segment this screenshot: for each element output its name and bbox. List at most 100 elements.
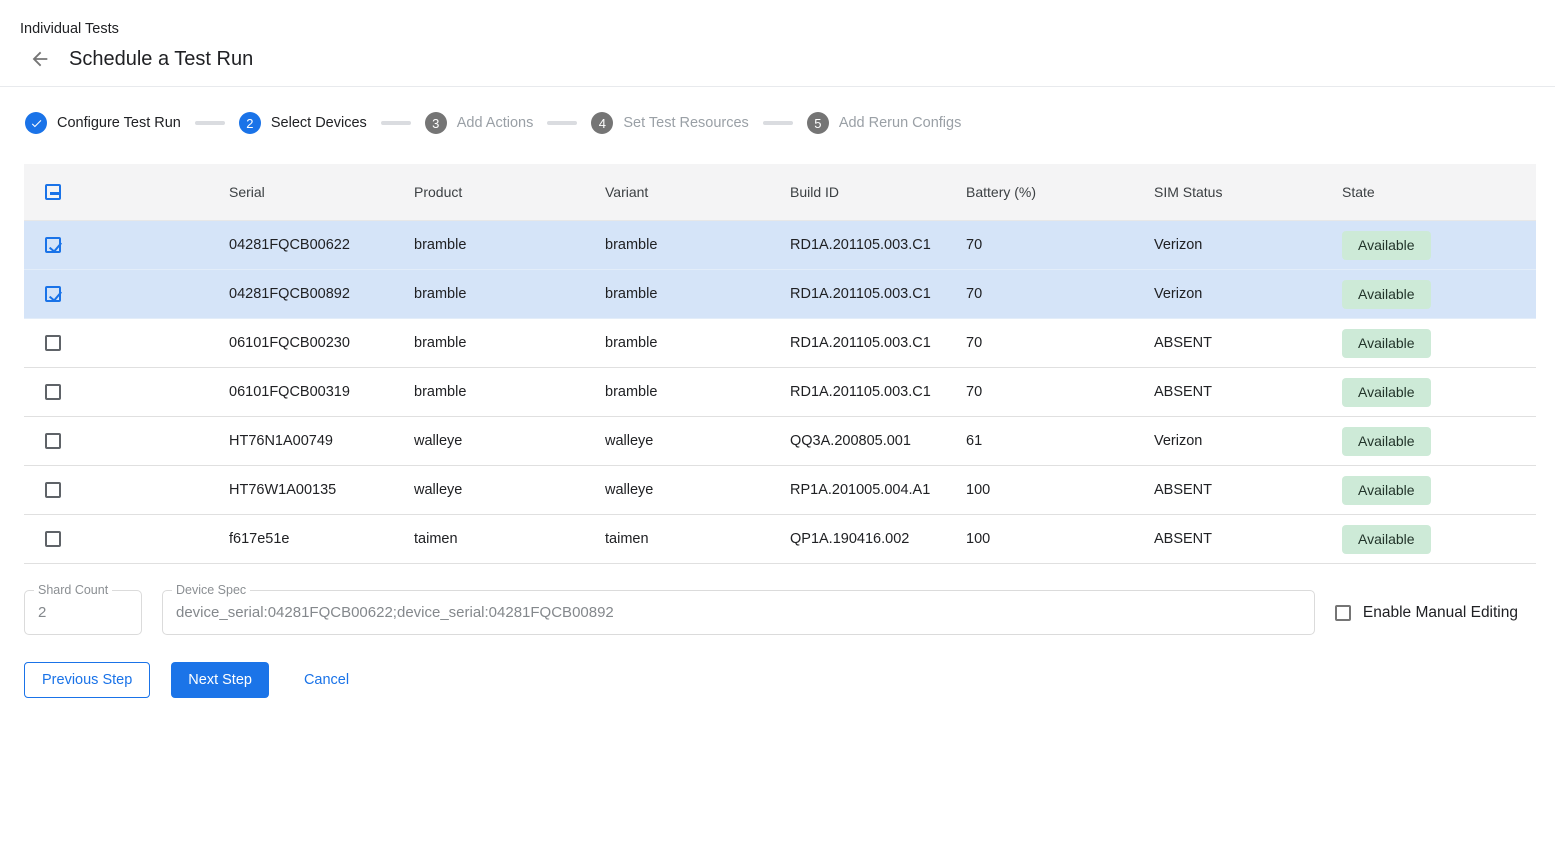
row-checkbox[interactable] [45,335,61,351]
cell-product: bramble [414,237,605,253]
column-header-state: State [1342,184,1536,200]
state-badge: Available [1342,476,1431,505]
stepper-connector [547,121,577,125]
cell-serial: 06101FQCB00319 [229,384,414,400]
table-row[interactable]: 06101FQCB00230 bramble bramble RD1A.2011… [24,319,1536,368]
cell-variant: bramble [605,384,790,400]
column-header-build-id: Build ID [790,184,966,200]
cell-build-id: RP1A.201005.004.A1 [790,482,966,498]
cell-serial: 06101FQCB00230 [229,335,414,351]
page-title: Schedule a Test Run [69,48,253,71]
cell-battery: 70 [966,237,1154,253]
cell-battery: 70 [966,335,1154,351]
back-button[interactable] [28,47,52,71]
column-header-battery: Battery (%) [966,184,1154,200]
cell-variant: bramble [605,286,790,302]
device-spec-field[interactable]: Device Spec device_serial:04281FQCB00622… [162,590,1315,635]
table-row[interactable]: 04281FQCB00892 bramble bramble RD1A.2011… [24,270,1536,319]
enable-manual-editing-label: Enable Manual Editing [1363,604,1518,622]
table-row[interactable]: 06101FQCB00319 bramble bramble RD1A.2011… [24,368,1536,417]
shard-count-field[interactable]: Shard Count 2 [24,590,142,635]
step-4-circle: 4 [591,112,613,134]
cell-battery: 70 [966,384,1154,400]
page-header: Individual Tests Schedule a Test Run [0,0,1555,71]
row-checkbox[interactable] [45,531,61,547]
step-add-rerun-configs[interactable]: 5 Add Rerun Configs [807,112,962,134]
cell-sim-status: Verizon [1154,237,1342,253]
device-spec-form: Shard Count 2 Device Spec device_serial:… [24,590,1518,635]
cell-serial: 04281FQCB00892 [229,286,414,302]
cell-serial: f617e51e [229,531,414,547]
cell-build-id: RD1A.201105.003.C1 [790,384,966,400]
next-step-button[interactable]: Next Step [171,662,269,698]
shard-count-label: Shard Count [34,583,112,597]
step-label: Add Rerun Configs [839,115,962,131]
step-select-devices[interactable]: 2 Select Devices [239,112,367,134]
cell-sim-status: ABSENT [1154,482,1342,498]
step-label: Select Devices [271,115,367,131]
row-checkbox[interactable] [45,384,61,400]
step-add-actions[interactable]: 3 Add Actions [425,112,534,134]
cell-product: bramble [414,335,605,351]
cell-product: walleye [414,482,605,498]
cell-sim-status: ABSENT [1154,531,1342,547]
cell-sim-status: Verizon [1154,433,1342,449]
breadcrumb[interactable]: Individual Tests [20,21,1555,38]
cell-sim-status: ABSENT [1154,384,1342,400]
select-all-checkbox[interactable] [45,184,61,200]
row-checkbox[interactable] [45,286,61,302]
cell-serial: HT76N1A00749 [229,433,414,449]
step-label: Configure Test Run [57,115,181,131]
cell-product: taimen [414,531,605,547]
state-badge: Available [1342,427,1431,456]
enable-manual-editing-toggle[interactable]: Enable Manual Editing [1335,604,1518,622]
cell-battery: 100 [966,531,1154,547]
step-set-test-resources[interactable]: 4 Set Test Resources [591,112,748,134]
cell-serial: 04281FQCB00622 [229,237,414,253]
step-1-circle [25,112,47,134]
device-spec-label: Device Spec [172,583,250,597]
cell-battery: 61 [966,433,1154,449]
stepper-connector [763,121,793,125]
stepper-connector [381,121,411,125]
enable-manual-editing-checkbox[interactable] [1335,605,1351,621]
stepper-connector [195,121,225,125]
cell-build-id: RD1A.201105.003.C1 [790,335,966,351]
cancel-button[interactable]: Cancel [288,662,365,698]
row-checkbox[interactable] [45,237,61,253]
table-row[interactable]: HT76N1A00749 walleye walleye QQ3A.200805… [24,417,1536,466]
row-checkbox[interactable] [45,482,61,498]
device-spec-value: device_serial:04281FQCB00622;device_seri… [176,604,614,621]
state-badge: Available [1342,525,1431,554]
cell-battery: 100 [966,482,1154,498]
arrow-back-icon [29,48,51,70]
stepper: Configure Test Run 2 Select Devices 3 Ad… [0,87,1555,134]
state-badge: Available [1342,280,1431,309]
cell-build-id: QQ3A.200805.001 [790,433,966,449]
previous-step-button[interactable]: Previous Step [24,662,150,698]
check-icon [30,117,43,130]
device-table-body: 04281FQCB00622 bramble bramble RD1A.2011… [24,221,1536,564]
step-label: Set Test Resources [623,115,748,131]
table-row[interactable]: 04281FQCB00622 bramble bramble RD1A.2011… [24,221,1536,270]
column-header-sim-status: SIM Status [1154,184,1342,200]
state-badge: Available [1342,231,1431,260]
cell-serial: HT76W1A00135 [229,482,414,498]
cell-variant: walleye [605,482,790,498]
step-2-circle: 2 [239,112,261,134]
cell-battery: 70 [966,286,1154,302]
table-row[interactable]: f617e51e taimen taimen QP1A.190416.002 1… [24,515,1536,564]
column-header-product: Product [414,184,605,200]
step-5-circle: 5 [807,112,829,134]
row-checkbox[interactable] [45,433,61,449]
cell-build-id: RD1A.201105.003.C1 [790,286,966,302]
cell-sim-status: ABSENT [1154,335,1342,351]
cell-product: bramble [414,286,605,302]
step-3-circle: 3 [425,112,447,134]
step-label: Add Actions [457,115,534,131]
step-configure-test-run[interactable]: Configure Test Run [25,112,181,134]
shard-count-value: 2 [38,604,46,621]
cell-sim-status: Verizon [1154,286,1342,302]
cell-variant: bramble [605,335,790,351]
table-row[interactable]: HT76W1A00135 walleye walleye RP1A.201005… [24,466,1536,515]
